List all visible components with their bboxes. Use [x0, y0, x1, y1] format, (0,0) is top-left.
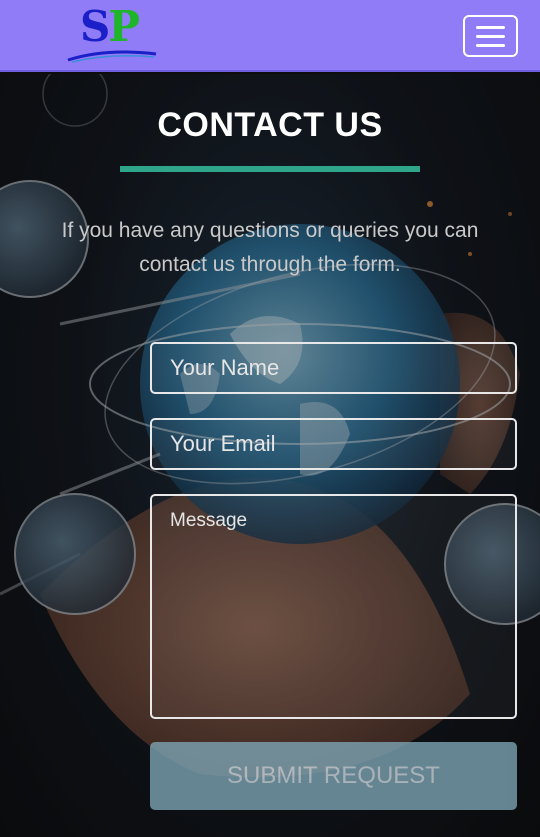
email-input[interactable] — [150, 418, 517, 470]
hamburger-menu-button[interactable] — [463, 15, 518, 57]
hamburger-bar — [476, 44, 505, 47]
message-textarea[interactable] — [150, 494, 517, 719]
name-input[interactable] — [150, 342, 517, 394]
logo-text: SP — [80, 6, 140, 48]
page-title: CONTACT US — [157, 106, 383, 144]
intro-text: If you have any questions or queries you… — [61, 219, 479, 276]
hamburger-menu-icon — [476, 26, 505, 29]
submit-request-button[interactable]: SUBMIT REQUEST — [150, 742, 517, 810]
hamburger-bar — [476, 35, 505, 38]
logo-swoosh-icon — [67, 50, 157, 63]
top-navbar: SP — [0, 0, 540, 72]
contact-section: CONTACT US If you have any questions or … — [0, 74, 540, 837]
site-logo[interactable]: SP — [66, 4, 160, 64]
title-underline — [120, 166, 420, 172]
